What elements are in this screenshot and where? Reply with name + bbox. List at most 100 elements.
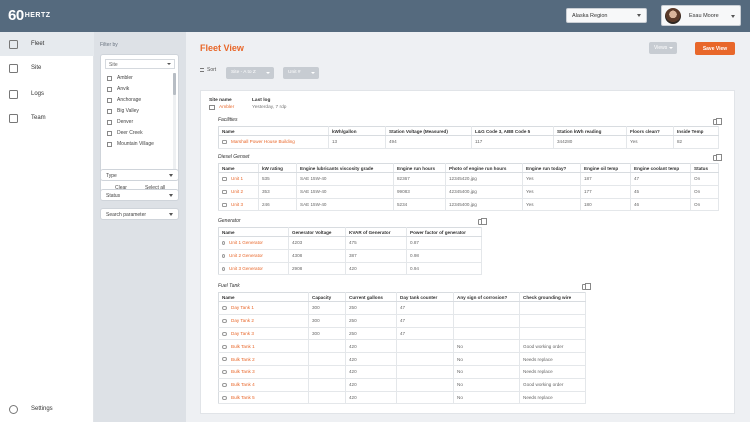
building-icon: [9, 63, 18, 73]
region-value: Alaska Region: [572, 13, 608, 19]
table-cell: [453, 314, 520, 328]
table-row[interactable]: Unit 3 Generator 2908 420 0.94: [218, 262, 482, 276]
sidebar-item-fleet[interactable]: Fleet: [0, 32, 94, 56]
unit-name-link[interactable]: Unit 2: [218, 185, 259, 199]
generator-name-link[interactable]: Unit 3 Generator: [218, 262, 289, 276]
table-cell: On: [690, 172, 719, 186]
scrollbar-thumb[interactable]: [173, 73, 176, 95]
sort-site-dropdown[interactable]: Site - A to Z: [226, 67, 274, 79]
sort-site-value: Site - A to Z: [231, 70, 256, 75]
table-row[interactable]: Unit 3 246 SAE 15W-40 5234 12345400.jpg …: [218, 198, 719, 212]
table-row[interactable]: Bulk Tank 2 420 No Needs replace: [218, 352, 586, 366]
facility-name: Marshall Power House Building: [231, 139, 295, 145]
tank-name-link[interactable]: Day Tank 3: [218, 327, 309, 341]
checkbox[interactable]: [107, 75, 112, 81]
table-cell: 82367: [393, 172, 446, 186]
chevron-down-icon: [669, 47, 673, 49]
tank-name-link[interactable]: Bulk Tank 3: [218, 365, 309, 379]
checkbox[interactable]: [107, 130, 112, 136]
table-cell: 187: [580, 172, 631, 186]
table-row[interactable]: Day Tank 2 300 250 47: [218, 314, 586, 328]
user-menu[interactable]: Esau Moore: [661, 5, 741, 26]
sidebar-item-label: Site: [31, 65, 42, 71]
copy-icon[interactable]: [582, 282, 591, 290]
region-select[interactable]: Alaska Region: [566, 8, 647, 23]
views-dropdown[interactable]: Views: [649, 42, 677, 54]
sidebar-item-logs[interactable]: Logs: [0, 82, 94, 106]
sidebar-item-team[interactable]: Team: [0, 106, 94, 130]
table-cell: 300: [308, 314, 346, 328]
table-cell: 420: [345, 352, 397, 366]
table-row[interactable]: Marshall Power House Building 13 494 117…: [218, 135, 719, 149]
tank-name-link[interactable]: Bulk Tank 4: [218, 378, 309, 392]
table-cell: Needs replace: [519, 352, 586, 366]
table-row[interactable]: Unit 1 535 SAE 15W-40 82367 12345420.jpg…: [218, 172, 719, 186]
table-header-row: Name kWh/gallon Station Voltage (Measure…: [218, 126, 719, 136]
bulb-icon: [222, 241, 225, 246]
facility-name-link[interactable]: Marshall Power House Building: [218, 135, 329, 149]
type-filter-label: Type: [106, 173, 117, 179]
search-parameter-filter[interactable]: Search parameter: [100, 208, 179, 220]
table-row[interactable]: Bulk Tank 5 420 No Needs replace: [218, 391, 586, 405]
unit-name-link[interactable]: Unit 1: [218, 172, 259, 186]
table-cell: 117: [471, 135, 554, 149]
sidebar-item-settings[interactable]: Settings: [0, 397, 94, 421]
copy-icon[interactable]: [478, 217, 487, 225]
generator-name: Unit 1 Generator: [229, 240, 263, 246]
tank-name: Bulk Tank 5: [231, 394, 255, 400]
checkbox[interactable]: [107, 97, 112, 103]
tank-name-link[interactable]: Day Tank 1: [218, 301, 309, 315]
status-filter[interactable]: Status: [100, 189, 179, 201]
table-row[interactable]: Unit 1 Generator 4203 475 0.87: [218, 236, 482, 250]
table-cell: [453, 301, 520, 315]
table-cell: [308, 391, 346, 405]
site-search-input[interactable]: Site: [105, 59, 175, 69]
table-row[interactable]: Bulk Tank 4 420 No Good working order: [218, 378, 586, 392]
table-cell: 47: [396, 327, 454, 341]
site-option[interactable]: Ambler: [107, 75, 133, 81]
tank-name-link[interactable]: Bulk Tank 1: [218, 339, 309, 354]
site-option[interactable]: Denver: [107, 119, 133, 125]
checkbox[interactable]: [107, 119, 112, 125]
table-row[interactable]: Unit 2 Generator 4308 387 0.98: [218, 249, 482, 263]
generator-name-link[interactable]: Unit 1 Generator: [218, 236, 289, 250]
tank-name-link[interactable]: Bulk Tank 5: [218, 391, 309, 405]
table-row[interactable]: Bulk Tank 1 420 No Good working order: [218, 339, 586, 354]
column-header: Name: [218, 227, 289, 237]
table-cell: 4203: [288, 236, 346, 250]
checkbox[interactable]: [107, 141, 112, 147]
tank-icon: [222, 331, 227, 336]
site-option[interactable]: Deer Creek: [107, 130, 143, 136]
logo[interactable]: 60 HERTZ: [8, 7, 51, 24]
sidebar-item-site[interactable]: Site: [0, 56, 94, 80]
table-cell: [396, 378, 454, 392]
tank-name-link[interactable]: Day Tank 2: [218, 314, 309, 328]
table-cell: 353: [258, 185, 297, 199]
table-row[interactable]: Day Tank 3 300 250 47: [218, 327, 586, 341]
site-option[interactable]: Big Valley: [107, 108, 139, 114]
unit-name: Unit 1: [231, 176, 244, 182]
table-row[interactable]: Unit 2 353 SAE 15W-40 99083 42345400.jpg…: [218, 185, 719, 199]
facilities-table: Name kWh/gallon Station Voltage (Measure…: [218, 126, 719, 149]
table-cell: 475: [345, 236, 407, 250]
unit-name-link[interactable]: Unit 3: [218, 198, 259, 212]
save-view-button[interactable]: Save View: [695, 42, 735, 55]
type-filter[interactable]: Type: [100, 169, 179, 181]
copy-icon[interactable]: [713, 153, 722, 161]
checkbox[interactable]: [107, 86, 112, 92]
site-option[interactable]: Anchorage: [107, 97, 141, 103]
site-search-placeholder: Site: [109, 62, 118, 68]
generator-name: Unit 2 Generator: [229, 253, 263, 259]
column-header: L&G Code 3, ABB Code 5: [471, 126, 554, 136]
copy-icon[interactable]: [713, 117, 722, 125]
generator-name-link[interactable]: Unit 2 Generator: [218, 249, 289, 263]
site-name-link[interactable]: Ambler: [219, 105, 234, 110]
sort-unit-dropdown[interactable]: Unit #: [283, 67, 319, 79]
last-log-label: Last log: [252, 98, 271, 103]
table-row[interactable]: Bulk Tank 3 420 No Needs replace: [218, 365, 586, 379]
site-option[interactable]: Anvik: [107, 86, 129, 92]
checkbox[interactable]: [107, 108, 112, 114]
tank-name-link[interactable]: Bulk Tank 2: [218, 352, 309, 366]
table-row[interactable]: Day Tank 1 300 250 47: [218, 301, 586, 315]
site-option[interactable]: Mountain Village: [107, 141, 154, 147]
